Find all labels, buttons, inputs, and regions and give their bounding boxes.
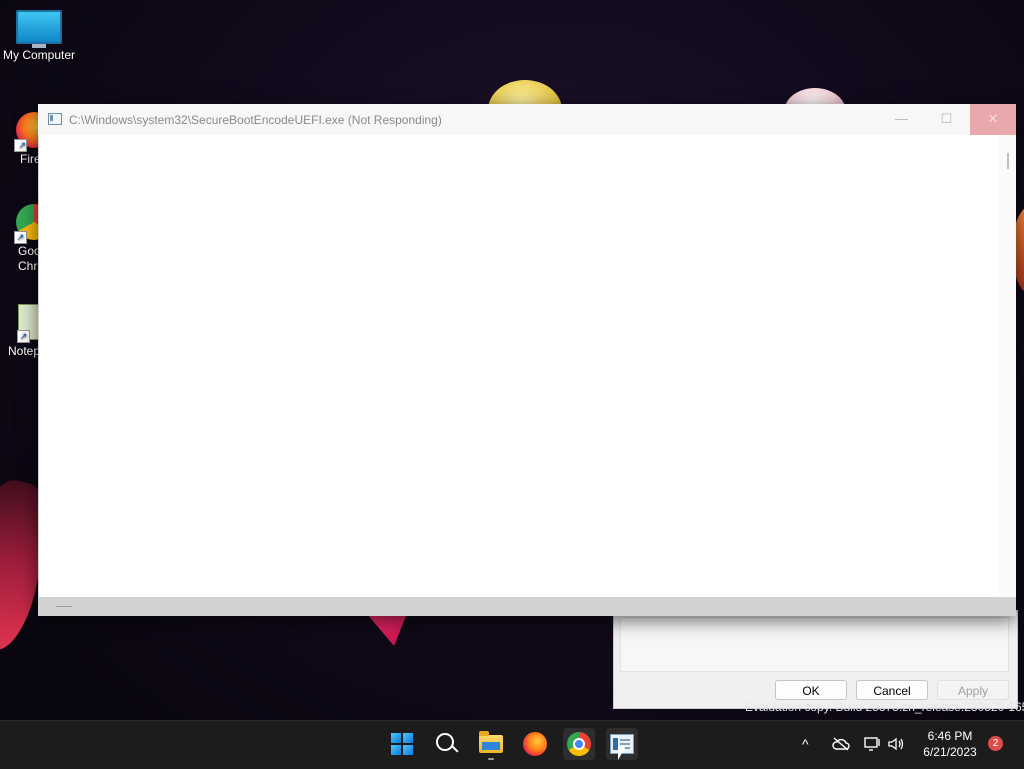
cancel-button[interactable]: Cancel: [856, 680, 928, 700]
status-grip: [56, 606, 72, 607]
shortcut-arrow-icon: ↗: [14, 231, 27, 244]
shortcut-arrow-icon: ↗: [17, 330, 30, 343]
start-button[interactable]: [386, 728, 418, 760]
maximize-button[interactable]: ☐: [924, 104, 969, 135]
folder-icon: [479, 731, 503, 753]
desktop-icon-my-computer[interactable]: My Computer: [0, 10, 78, 63]
app-window-icon: [48, 113, 62, 125]
shortcut-arrow-icon: ↗: [14, 139, 27, 152]
mouse-cursor-icon: [618, 746, 626, 760]
taskbar-clock[interactable]: 6:46 PM 6/21/2023: [918, 728, 982, 760]
vertical-scrollbar[interactable]: [999, 135, 1016, 597]
evaluation-watermark: Evaluation copy. Build 25375.zn_release.…: [745, 700, 1024, 714]
search-icon: [436, 733, 454, 751]
close-button[interactable]: ✕: [970, 104, 1016, 135]
desktop-icon-label: My Computer: [2, 48, 76, 62]
clock-date: 6/21/2023: [923, 745, 977, 759]
running-indicator: [488, 758, 494, 760]
windows-logo-icon: [391, 733, 413, 755]
background-dialog: OK Cancel Apply: [613, 610, 1018, 709]
chrome-taskbar-button[interactable]: [563, 728, 595, 760]
firefox-icon: [523, 732, 547, 756]
file-explorer-button[interactable]: [475, 728, 507, 760]
window-client-area[interactable]: [39, 135, 999, 597]
show-hidden-icons-button[interactable]: ^: [802, 736, 809, 752]
status-bar: [38, 597, 1016, 616]
app-window[interactable]: C:\Windows\system32\SecureBootEncodeUEFI…: [38, 104, 1016, 616]
dialog-content-area: [620, 617, 1009, 672]
window-titlebar[interactable]: C:\Windows\system32\SecureBootEncodeUEFI…: [38, 104, 1016, 135]
monitor-icon: [16, 10, 62, 48]
search-button[interactable]: [431, 728, 463, 760]
notification-badge[interactable]: 2: [988, 736, 1003, 751]
chrome-icon: [567, 732, 591, 756]
network-icon[interactable]: [864, 737, 882, 754]
window-title: C:\Windows\system32\SecureBootEncodeUEFI…: [69, 113, 442, 127]
firefox-taskbar-button[interactable]: [519, 728, 551, 760]
ok-button[interactable]: OK: [775, 680, 847, 700]
onedrive-offline-icon[interactable]: [832, 737, 850, 754]
minimize-button[interactable]: —: [879, 104, 924, 135]
apply-button[interactable]: Apply: [937, 680, 1009, 700]
clock-time: 6:46 PM: [927, 729, 973, 743]
volume-icon[interactable]: [888, 737, 906, 754]
scrollbar-thumb[interactable]: [1007, 153, 1009, 169]
